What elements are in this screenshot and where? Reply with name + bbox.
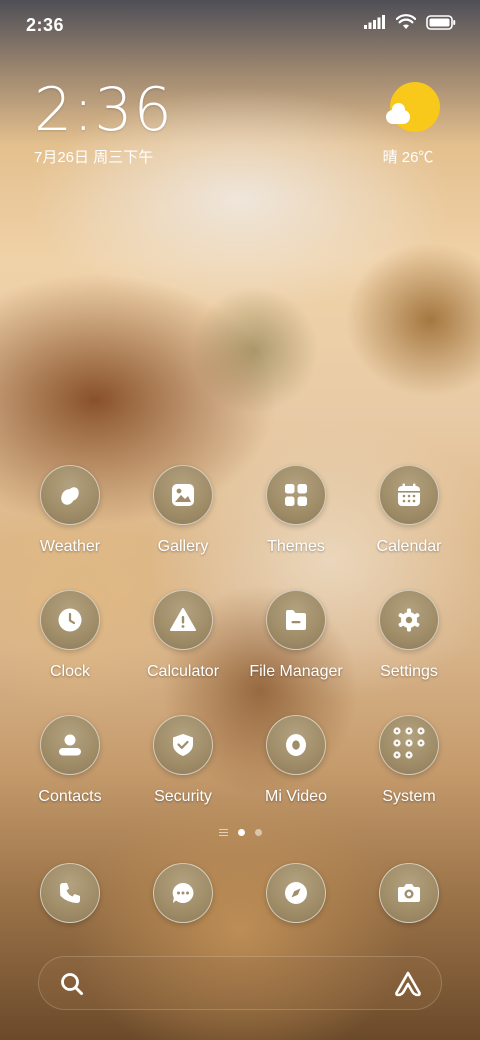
- wifi-icon: [396, 14, 416, 29]
- browser-compass-icon: [266, 863, 326, 923]
- app-file-manager[interactable]: File Manager: [241, 590, 351, 681]
- folder-system[interactable]: System: [354, 715, 464, 806]
- app-label: Mi Video: [265, 788, 327, 805]
- app-calculator[interactable]: Calculator: [128, 590, 238, 681]
- app-label: Calendar: [376, 538, 442, 555]
- app-contacts[interactable]: Contacts: [15, 715, 125, 806]
- weather-widget[interactable]: 晴 26℃: [380, 82, 444, 167]
- dock-browser[interactable]: [241, 863, 351, 923]
- clock-icon: [40, 590, 100, 650]
- app-label: File Manager: [249, 663, 343, 680]
- app-themes[interactable]: Themes: [241, 465, 351, 556]
- app-label: Gallery: [157, 538, 209, 555]
- folder-icon: [266, 590, 326, 650]
- app-settings[interactable]: Settings: [354, 590, 464, 681]
- status-bar: 2:36: [0, 0, 480, 50]
- message-icon: [153, 863, 213, 923]
- themes-icon: [266, 465, 326, 525]
- dock-messages[interactable]: [128, 863, 238, 923]
- search-bar[interactable]: [38, 956, 442, 1010]
- search-icon[interactable]: [59, 971, 85, 997]
- widget-date: 7月26日 周三下午: [34, 149, 154, 166]
- page-indicator-menu-icon: [218, 829, 228, 836]
- app-label: Calculator: [146, 663, 220, 680]
- gallery-icon: [153, 465, 213, 525]
- calculator-icon: [153, 590, 213, 650]
- sunny-partly-cloudy-icon: [386, 82, 440, 134]
- app-mi-video[interactable]: Mi Video: [241, 715, 351, 806]
- app-security[interactable]: Security: [128, 715, 238, 806]
- contacts-icon: [40, 715, 100, 775]
- status-time: 2:36: [26, 15, 65, 35]
- app-label: Contacts: [38, 788, 102, 805]
- video-icon: [266, 715, 326, 775]
- weather-icon: [40, 465, 100, 525]
- dock-camera[interactable]: [354, 863, 464, 923]
- page-indicator[interactable]: [0, 829, 480, 836]
- app-gallery[interactable]: Gallery: [128, 465, 238, 556]
- phone-icon: [40, 863, 100, 923]
- page-dot: [254, 829, 262, 836]
- app-label: Security: [154, 788, 212, 805]
- widget-time: 2:36: [34, 75, 173, 145]
- signal-icon: [364, 15, 385, 29]
- battery-icon: [426, 14, 456, 30]
- folder-grid-icon: [379, 715, 439, 775]
- clock-widget[interactable]: 2:36 7月26日 周三下午: [34, 78, 254, 167]
- app-weather[interactable]: Weather: [15, 465, 125, 556]
- app-label: Themes: [267, 538, 325, 555]
- app-calendar[interactable]: Calendar: [354, 465, 464, 556]
- shield-icon: [153, 715, 213, 775]
- app-clock[interactable]: Clock: [15, 590, 125, 681]
- camera-icon: [379, 863, 439, 923]
- assistant-icon[interactable]: [393, 970, 423, 998]
- page-dot-active: [237, 829, 245, 836]
- status-icons: [364, 14, 456, 30]
- gear-icon: [379, 590, 439, 650]
- calendar-icon: [379, 465, 439, 525]
- dock-phone[interactable]: [15, 863, 125, 923]
- app-label: Weather: [39, 538, 101, 555]
- app-label: Clock: [49, 663, 90, 680]
- app-label: System: [382, 788, 436, 805]
- weather-text: 晴 26℃: [382, 149, 434, 166]
- app-label: Settings: [380, 663, 438, 680]
